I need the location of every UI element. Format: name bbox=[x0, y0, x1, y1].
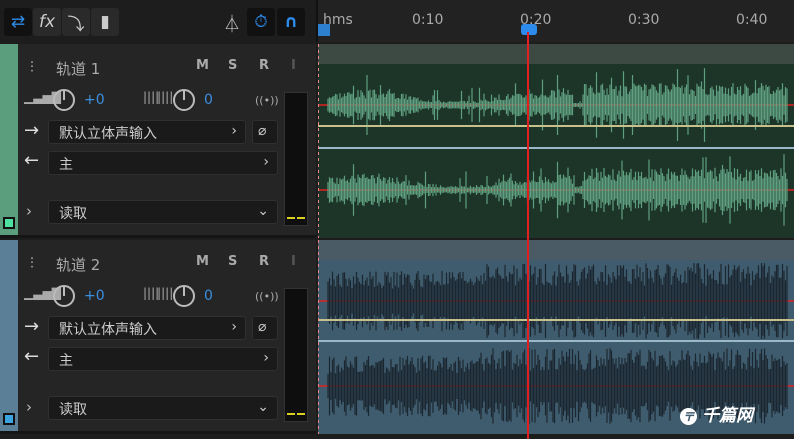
volume-knob[interactable] bbox=[53, 285, 75, 307]
waveform-icon: ⫶ bbox=[30, 254, 34, 272]
pan-value[interactable]: 0 bbox=[204, 92, 213, 108]
mute-button[interactable]: M bbox=[196, 58, 209, 73]
phase-invert-button[interactable]: ⌀ bbox=[252, 120, 278, 144]
track-name[interactable]: 轨道 2 bbox=[56, 254, 100, 275]
pan-knob[interactable] bbox=[173, 89, 195, 111]
input-select[interactable]: 默认立体声输入 › bbox=[48, 316, 246, 340]
expand-chevron-icon[interactable]: › bbox=[26, 398, 32, 416]
playhead[interactable] bbox=[527, 32, 529, 439]
waveform-icon: ⫶ bbox=[30, 58, 34, 76]
input-select[interactable]: 默认立体声输入 › bbox=[48, 120, 246, 144]
input-monitor-button[interactable]: I bbox=[291, 58, 296, 73]
stereo-icon[interactable]: ((•)) bbox=[255, 290, 279, 303]
pan-knob[interactable] bbox=[173, 285, 195, 307]
solo-button[interactable]: S bbox=[228, 254, 237, 269]
track-header[interactable]: ⫶ 轨道 2 M S R I ▁▃▅▇ +0 |||‖||| 0 ((•)) →… bbox=[0, 240, 316, 434]
level-meter bbox=[284, 92, 308, 226]
clip-header bbox=[318, 44, 794, 64]
output-select[interactable]: 主 › bbox=[48, 347, 278, 371]
tick-label: 0:30 bbox=[628, 12, 660, 28]
tick-label: 0:10 bbox=[412, 12, 444, 28]
time-ruler[interactable]: hms 0:10 0:20 0:30 0:40 bbox=[316, 0, 794, 42]
watermark: 〒千篇网 bbox=[680, 401, 753, 426]
volume-knob[interactable] bbox=[53, 89, 75, 111]
output-arrow-icon: ← bbox=[24, 150, 40, 171]
output-arrow-icon: ← bbox=[24, 346, 40, 367]
multitrack-swap-button[interactable]: ⇄ bbox=[4, 8, 32, 36]
track-select-checkbox[interactable] bbox=[3, 217, 15, 229]
start-marker[interactable] bbox=[318, 24, 330, 36]
time-stretch-icon[interactable]: ⏱ bbox=[247, 8, 275, 36]
expand-chevron-icon[interactable]: › bbox=[26, 202, 32, 220]
mute-button[interactable]: M bbox=[196, 254, 209, 269]
snap-magnet-icon[interactable]: ∩ bbox=[277, 8, 305, 36]
playhead-handle[interactable] bbox=[521, 24, 537, 35]
volume-value[interactable]: +0 bbox=[84, 92, 105, 108]
clip-header bbox=[318, 240, 794, 260]
level-meter bbox=[284, 288, 308, 422]
waveform-channel bbox=[327, 68, 788, 142]
sends-button[interactable]: ⤵ bbox=[62, 8, 90, 36]
automation-mode-select[interactable]: 读取 ⌄ bbox=[48, 200, 278, 224]
waveform-channel bbox=[327, 154, 788, 226]
solo-button[interactable]: S bbox=[228, 58, 237, 73]
pan-icon: |||‖||| bbox=[143, 90, 174, 104]
waveform-channel bbox=[327, 263, 788, 339]
tick-label: 0:40 bbox=[736, 12, 768, 28]
input-monitor-button[interactable]: I bbox=[291, 254, 296, 269]
eq-button[interactable]: ▮ bbox=[91, 8, 119, 36]
track-color-bar[interactable] bbox=[0, 240, 18, 431]
input-arrow-icon: → bbox=[24, 316, 40, 337]
track-select-checkbox[interactable] bbox=[3, 413, 15, 425]
metronome-icon[interactable]: ⏃ bbox=[218, 8, 246, 36]
pan-icon: |||‖||| bbox=[143, 286, 174, 300]
output-select[interactable]: 主 › bbox=[48, 151, 278, 175]
record-arm-button[interactable]: R bbox=[259, 58, 269, 73]
fx-button[interactable]: fx bbox=[33, 8, 61, 36]
input-arrow-icon: → bbox=[24, 120, 40, 141]
record-arm-button[interactable]: R bbox=[259, 254, 269, 269]
volume-value[interactable]: +0 bbox=[84, 288, 105, 304]
phase-invert-button[interactable]: ⌀ bbox=[252, 316, 278, 340]
audio-clip[interactable] bbox=[318, 44, 794, 238]
automation-mode-select[interactable]: 读取 ⌄ bbox=[48, 396, 278, 420]
stereo-icon[interactable]: ((•)) bbox=[255, 94, 279, 107]
track-color-bar[interactable] bbox=[0, 44, 18, 235]
track-lane[interactable] bbox=[318, 44, 794, 238]
track-header[interactable]: ⫶ 轨道 1 M S R I ▁▃▅▇ +0 |||‖||| 0 ((•)) →… bbox=[0, 44, 316, 238]
track-name[interactable]: 轨道 1 bbox=[56, 58, 100, 79]
pan-value[interactable]: 0 bbox=[204, 288, 213, 304]
